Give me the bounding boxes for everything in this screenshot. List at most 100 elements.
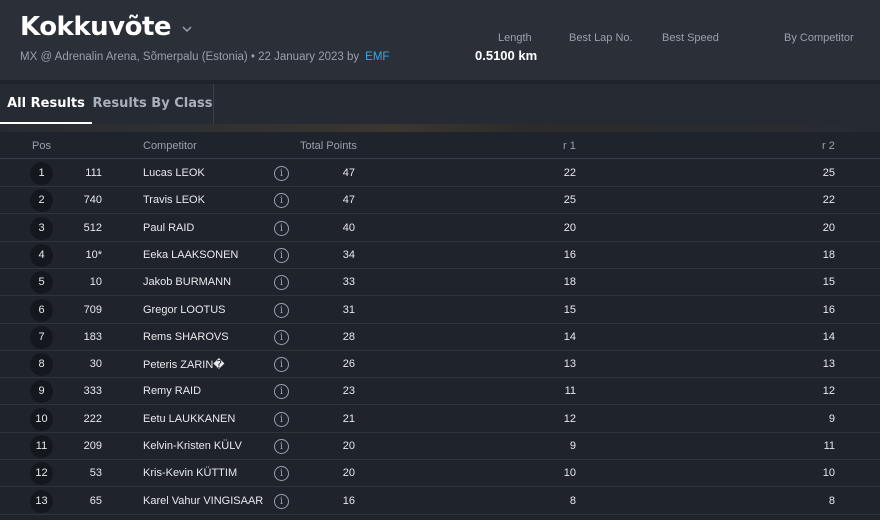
race-number: 10* xyxy=(85,248,102,261)
table-row[interactable]: 9 333 Remy RAID i 23 11 12 xyxy=(0,378,880,406)
table-row[interactable]: 2 740 Travis LEOK i 47 25 22 xyxy=(0,187,880,215)
competitor-name[interactable]: Paul RAID xyxy=(143,222,194,234)
info-icon[interactable]: i xyxy=(274,166,289,181)
competitor-name[interactable]: Eeka LAAKSONEN xyxy=(143,249,238,261)
length-label: Length xyxy=(498,32,532,44)
results-tabs: All Results Results By Class xyxy=(0,84,880,124)
round-1-points: 25 xyxy=(563,194,576,207)
position-badge: 7 xyxy=(30,325,53,349)
header-r1[interactable]: r 1 xyxy=(563,140,576,152)
round-1-points: 14 xyxy=(563,330,576,343)
round-2-points: 22 xyxy=(822,194,835,207)
info-icon[interactable]: i xyxy=(274,193,289,209)
table-row[interactable]: 12 53 Kris-Kevin KÜTTIM i 20 10 10 xyxy=(0,460,880,488)
round-1-points: 9 xyxy=(569,440,576,452)
race-number: 209 xyxy=(83,440,102,452)
competitor-name[interactable]: Jakob BURMANN xyxy=(143,276,231,288)
competitor-name[interactable]: Peteris ZARIN� xyxy=(143,358,225,371)
round-1-points: 8 xyxy=(569,494,576,507)
total-points: 47 xyxy=(342,167,355,179)
round-2-points: 9 xyxy=(828,412,835,425)
round-2-points: 18 xyxy=(822,248,835,261)
organizer-link[interactable]: EMF xyxy=(365,51,389,63)
competitor-name[interactable]: Karel Vahur VINGISAAR xyxy=(143,495,263,507)
position-badge: 13 xyxy=(30,489,53,513)
total-points: 40 xyxy=(342,221,355,234)
tab-results-by-class[interactable]: Results By Class xyxy=(92,84,214,124)
round-1-points: 10 xyxy=(563,467,576,480)
competitor-name[interactable]: Travis LEOK xyxy=(143,194,205,206)
header-total-points[interactable]: Total Points xyxy=(300,140,357,152)
total-points: 34 xyxy=(342,248,355,261)
race-number: 183 xyxy=(83,330,102,343)
info-icon[interactable]: i xyxy=(274,329,289,345)
total-points: 21 xyxy=(342,412,355,425)
round-1-points: 13 xyxy=(563,358,576,371)
info-icon[interactable]: i xyxy=(274,302,289,318)
info-icon[interactable]: i xyxy=(274,411,289,427)
round-2-points: 12 xyxy=(822,385,835,398)
tab-all-results[interactable]: All Results xyxy=(0,84,92,124)
competitor-name[interactable]: Remy RAID xyxy=(143,385,201,397)
best-lap-label: Best Lap No. xyxy=(569,32,633,44)
round-2-points: 20 xyxy=(822,221,835,234)
total-points: 23 xyxy=(342,385,355,398)
table-row[interactable]: 13 65 Karel Vahur VINGISAAR i 16 8 8 xyxy=(0,488,880,515)
info-icon[interactable]: i xyxy=(274,275,289,291)
info-icon[interactable]: i xyxy=(274,466,289,482)
total-points: 28 xyxy=(342,330,355,343)
round-2-points: 16 xyxy=(822,303,835,316)
header-pos[interactable]: Pos xyxy=(32,140,51,152)
info-icon[interactable]: i xyxy=(274,493,289,509)
competitor-name[interactable]: Gregor LOOTUS xyxy=(143,304,226,316)
info-icon[interactable]: i xyxy=(274,357,289,373)
table-row[interactable]: 4 10* Eeka LAAKSONEN i 34 16 18 xyxy=(0,242,880,269)
total-points: 20 xyxy=(342,440,355,452)
competitor-name[interactable]: Kelvin-Kristen KÜLV xyxy=(143,440,242,452)
total-points: 31 xyxy=(342,303,355,316)
competitor-name[interactable]: Lucas LEOK xyxy=(143,167,205,179)
race-number: 111 xyxy=(85,167,102,179)
title-row[interactable]: Kokkuvõte xyxy=(20,12,193,42)
race-number: 333 xyxy=(83,385,102,398)
race-number: 53 xyxy=(89,467,102,480)
round-2-points: 15 xyxy=(822,276,835,289)
round-2-points: 14 xyxy=(822,330,835,343)
table-row[interactable]: 10 222 Eetu LAUKKANEN i 21 12 9 xyxy=(0,406,880,433)
chevron-down-icon[interactable] xyxy=(181,23,193,35)
info-icon[interactable]: i xyxy=(274,220,289,236)
competitor-name[interactable]: Rems SHAROVS xyxy=(143,331,229,343)
competitor-name[interactable]: Eetu LAUKKANEN xyxy=(143,413,235,425)
info-icon[interactable]: i xyxy=(274,439,289,454)
info-icon[interactable]: i xyxy=(274,384,289,400)
table-row[interactable]: 7 183 Rems SHAROVS i 28 14 14 xyxy=(0,324,880,351)
table-row[interactable]: 8 30 Peteris ZARIN� i 26 13 13 xyxy=(0,351,880,379)
round-1-points: 20 xyxy=(563,221,576,234)
total-points: 20 xyxy=(342,467,355,480)
table-row[interactable]: 5 10 Jakob BURMANN i 33 18 15 xyxy=(0,269,880,297)
round-1-points: 18 xyxy=(563,276,576,289)
table-row[interactable]: 3 512 Paul RAID i 40 20 20 xyxy=(0,215,880,242)
race-number: 709 xyxy=(83,303,102,316)
position-badge: 4 xyxy=(30,243,53,267)
position-badge: 3 xyxy=(30,216,53,240)
background-strip xyxy=(0,124,880,132)
best-speed-label: Best Speed xyxy=(662,32,719,44)
table-row[interactable]: 6 709 Gregor LOOTUS i 31 15 16 xyxy=(0,297,880,324)
table-header: Pos Competitor Total Points r 1 r 2 xyxy=(0,132,880,159)
position-badge: 12 xyxy=(30,462,53,486)
header-competitor[interactable]: Competitor xyxy=(143,140,197,152)
round-2-points: 13 xyxy=(822,358,835,371)
info-icon[interactable]: i xyxy=(274,247,289,263)
competitor-name[interactable]: Kris-Kevin KÜTTIM xyxy=(143,467,237,479)
position-badge: 10 xyxy=(30,407,53,431)
position-badge: 8 xyxy=(30,353,53,377)
page-title: Kokkuvõte xyxy=(20,12,172,42)
length-value: 0.5100 km xyxy=(475,48,538,63)
table-row[interactable]: 11 209 Kelvin-Kristen KÜLV i 20 9 11 xyxy=(0,433,880,460)
position-badge: 1 xyxy=(30,162,53,185)
round-2-points: 10 xyxy=(822,467,835,480)
header-r2[interactable]: r 2 xyxy=(822,140,835,152)
race-number: 740 xyxy=(83,194,102,207)
table-row[interactable]: 1 111 Lucas LEOK i 47 22 25 xyxy=(0,160,880,187)
